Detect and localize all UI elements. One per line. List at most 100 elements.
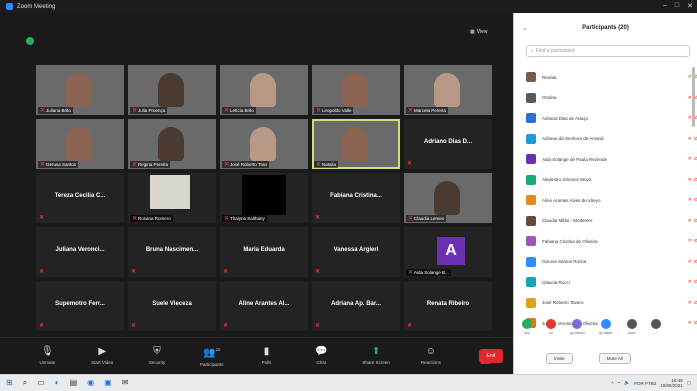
participant-row[interactable]: Glaucia Rocci ✕ ⊘ <box>526 272 697 293</box>
participant-tile[interactable]: ✕ Rosana Romero <box>128 173 216 223</box>
reactions-button[interactable]: ☺ Reactions <box>403 347 458 366</box>
participant-tile[interactable]: Vanessa Argieri ✕ <box>312 227 400 277</box>
participant-tile[interactable]: ✕ Gerusa Santos <box>36 119 124 169</box>
search-icon[interactable]: ⌕ <box>23 379 27 387</box>
invite-button[interactable]: Invite <box>546 353 573 364</box>
windows-taskbar: ⊞ ⌕ ▭ ◐ ▤ ◉ ▣ ✉ ^ ⌁ 🔈 POR PTB2 16:45 16/… <box>0 374 697 391</box>
participant-row[interactable]: Ondina ✕ ⊘ <box>526 88 697 109</box>
notification-icon[interactable]: ▢ <box>687 380 691 386</box>
participant-tile[interactable]: ✕ Thalyne Salthany <box>220 173 308 223</box>
participant-row[interactable]: Fabiana Cristina de Oliveira ✕ ⊘ <box>526 231 697 252</box>
edge-browser-icon[interactable]: ◐ <box>55 379 60 387</box>
participant-tile[interactable]: Juliana Veronci... ✕ <box>36 227 124 277</box>
participant-video <box>342 73 368 107</box>
feedback-button[interactable]: ... <box>650 319 661 335</box>
participant-row[interactable]: Gerusa Santos Rocha ✕ ⊘ <box>526 252 697 273</box>
participant-name: Maria Eduarda <box>243 247 285 253</box>
mail-icon[interactable]: ✉ <box>122 379 129 387</box>
participant-row[interactable]: Alejandro Jimenez Moya ✕ ⊘ <box>526 170 697 191</box>
tray-arrow-icon[interactable]: ^ <box>611 381 613 386</box>
windows-start-icon[interactable]: ⊞ <box>6 379 13 387</box>
volume-icon[interactable]: 🔈 <box>624 380 630 386</box>
participant-row[interactable]: Aida Solange de Paula Rezende ✕ ⊘ <box>526 149 697 170</box>
zoom-app-icon <box>6 3 13 10</box>
participant-label: ✕ Gerusa Santos <box>38 161 79 168</box>
participant-name: Natalia <box>322 162 337 167</box>
participant-tile[interactable]: ✕ Regina Pereira <box>128 119 216 169</box>
participant-row[interactable]: Adriana da Senhora de Amaral ✕ ⊘ <box>526 129 697 150</box>
network-icon[interactable]: ⌁ <box>618 380 621 386</box>
participant-row[interactable]: José Roberto Tavaro ✕ ⊘ <box>526 293 697 314</box>
participant-tile[interactable]: ✕ Natalia <box>312 119 400 169</box>
participant-tile[interactable]: Aline Arantes Al... ✕ <box>220 281 308 331</box>
participant-tile[interactable]: Maria Eduarda ✕ <box>220 227 308 277</box>
participant-row[interactable]: Renata ✕ ⊘ <box>526 67 697 88</box>
language-indicator[interactable]: POR PTB2 <box>634 381 656 386</box>
minimize-icon[interactable]: – <box>663 2 667 10</box>
feedback-button[interactable]: go slower <box>570 319 585 335</box>
end-meeting-button[interactable]: End <box>479 349 503 363</box>
polls-button[interactable]: ▮ Polls <box>239 347 294 366</box>
share-screen-button[interactable]: ⬆ Share Screen <box>349 347 404 366</box>
participant-tile[interactable]: ✕ Marcela Pereira <box>404 65 492 115</box>
participant-row[interactable]: Claudia Milão - Moderere ✕ ⊘ <box>526 211 697 232</box>
participant-status-icons: ✕ ⊘ <box>674 238 697 244</box>
start-video-button[interactable]: ▶ Start Video <box>75 347 130 366</box>
participant-tile[interactable]: ✕ Julia Proença <box>128 65 216 115</box>
chrome-icon[interactable]: ◉ <box>87 379 94 387</box>
participant-row[interactable]: Aline Arantes Alves de Idreyo ✕ ⊘ <box>526 190 697 211</box>
participant-tile[interactable]: Suele Vieceza ✕ <box>128 281 216 331</box>
muted-mic-icon: ✕ <box>39 269 45 275</box>
participant-search-input[interactable]: ⌕ Find a participant <box>526 45 690 57</box>
zoom-taskbar-icon[interactable]: ▣ <box>104 379 112 387</box>
grid-view-icon: ▦ <box>470 29 475 35</box>
participant-avatar <box>526 174 536 185</box>
participant-label: ✕ Leopoldo Valle <box>314 107 354 114</box>
participant-label: ✕ Claudia Lemes <box>406 215 447 222</box>
feedback-button[interactable]: no <box>546 319 556 335</box>
view-button[interactable]: ▦ View <box>470 29 487 35</box>
participant-name: José Roberto Tran <box>230 162 268 167</box>
task-view-icon[interactable]: ▭ <box>37 379 45 387</box>
participant-label: ✕ Thalyne Salthany <box>222 215 267 222</box>
muted-mic-icon: ✕ <box>687 156 692 163</box>
participant-row[interactable]: Adriana Dias de Araujo ✕ ⊘ <box>526 108 697 129</box>
participant-tile[interactable]: ✕ Leopoldo Valle <box>312 65 400 115</box>
participant-tile[interactable]: A ✕ Aida Solange B... <box>404 227 492 277</box>
mute-all-button[interactable]: Mute All <box>598 353 631 364</box>
participant-avatar <box>526 133 536 144</box>
file-explorer-icon[interactable]: ▤ <box>70 379 78 387</box>
feedback-button[interactable]: yes <box>522 319 532 335</box>
encryption-shield-icon[interactable] <box>26 37 34 45</box>
chat-button[interactable]: 💬 Chat <box>294 347 349 366</box>
participant-tile[interactable]: ✕ José Roberto Tran <box>220 119 308 169</box>
unmute-button[interactable]: 🎙 Unmute <box>20 347 75 366</box>
maximize-icon[interactable]: □ <box>675 2 679 10</box>
participant-tile[interactable]: Fabiana Cristina... ✕ <box>312 173 400 223</box>
feedback-button[interactable]: go faster <box>599 319 613 335</box>
participant-tile[interactable]: ✕ Letícia Brito <box>220 65 308 115</box>
participants-button[interactable]: 👥20 Participants <box>184 345 239 366</box>
gallery-grid: ✕ Juliana Brito ✕ Julia Proença ✕ Letícia Bri… <box>36 65 492 331</box>
clock[interactable]: 16:45 16/06/2021 <box>660 378 683 388</box>
participant-tile[interactable]: Supemotro Ferr... ✕ <box>36 281 124 331</box>
muted-mic-icon: ✕ <box>687 279 692 286</box>
participant-video <box>158 73 184 107</box>
participant-tile[interactable]: Tereza Cecilia C... ✕ <box>36 173 124 223</box>
participant-tile[interactable]: Bruna Nascimen... ✕ <box>128 227 216 277</box>
participant-list: Renata ✕ ⊘ Ondina ✕ ⊘ Adriana Dias de Araujo ✕ ⊘… <box>526 67 697 334</box>
participant-avatar <box>526 236 536 247</box>
participant-tile[interactable]: Adriana Ap. Bar... ✕ <box>312 281 400 331</box>
clock-date: 16/06/2021 <box>660 383 683 388</box>
feedback-button[interactable]: more <box>626 319 637 335</box>
participant-name: Juliana Veronci... <box>55 247 105 253</box>
participant-tile[interactable]: ✕ Juliana Brito <box>36 65 124 115</box>
participant-tile[interactable]: Renata Ribeiro ✕ <box>404 281 492 331</box>
participant-tile[interactable]: Adriano Dias D... ✕ <box>404 119 492 169</box>
participant-list-scrollbar[interactable] <box>692 67 695 127</box>
participant-tile[interactable]: ✕ Claudia Lemes <box>404 173 492 223</box>
participant-profile-photo <box>150 175 190 209</box>
participant-status-icons: ✕ ⊘ <box>674 218 697 224</box>
security-button[interactable]: ⛨ Security <box>130 347 185 366</box>
close-icon[interactable]: ✕ <box>687 2 693 10</box>
